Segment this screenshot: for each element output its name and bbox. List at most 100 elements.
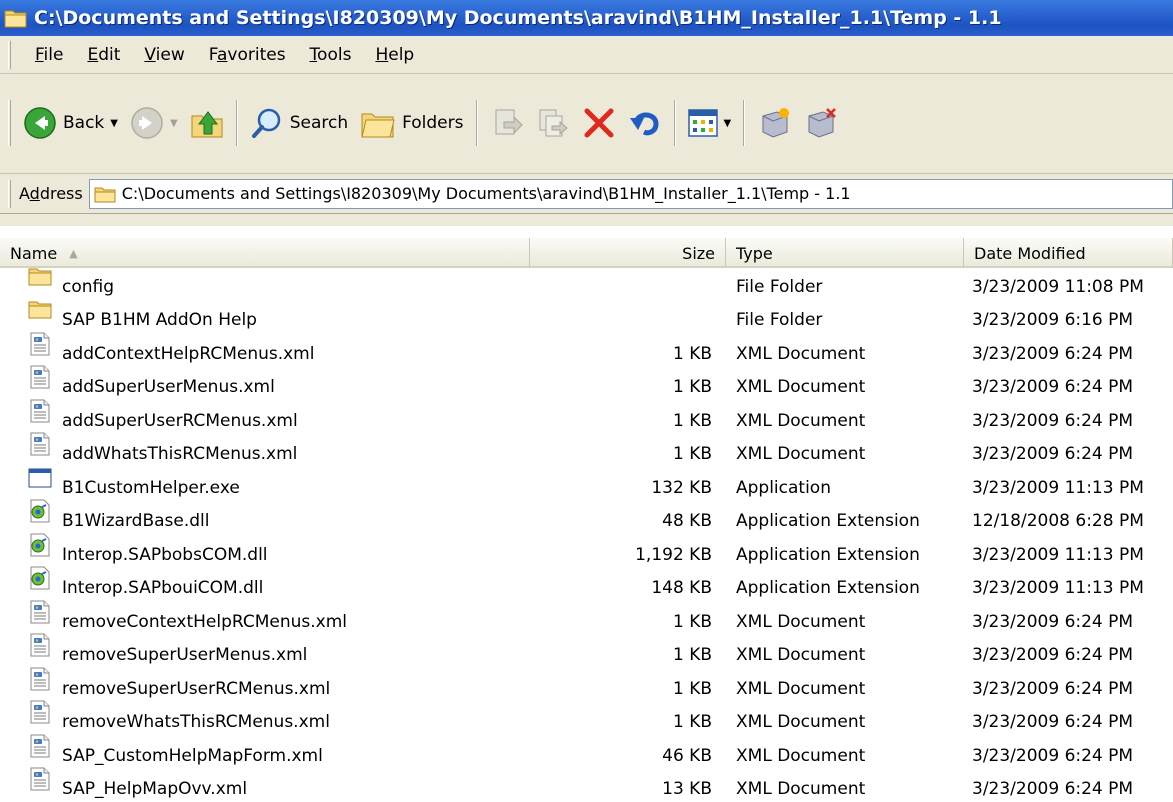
file-date-modified: 3/23/2009 6:24 PM xyxy=(972,611,1134,632)
xml-icon xyxy=(28,399,52,423)
search-icon xyxy=(251,108,280,138)
file-row[interactable]: B1WizardBase.dll 48 KB Application Extensi… xyxy=(0,499,1173,539)
file-row[interactable]: SAP_CustomHelpMapForm.xml 46 KB XML Docume… xyxy=(0,734,1173,773)
file-name: addSuperUserRCMenus.xml xyxy=(62,410,298,431)
xml-icon xyxy=(28,600,52,624)
column-header-date[interactable]: Date Modified xyxy=(964,238,1173,268)
file-row[interactable]: addWhatsThisRCMenus.xml 1 KB XML Document 3… xyxy=(0,432,1173,472)
undo-button[interactable] xyxy=(622,99,668,147)
up-folder-button[interactable] xyxy=(184,99,230,147)
file-name-cell[interactable]: Interop.SAPbouiCOM.dll xyxy=(0,566,530,598)
file-row[interactable]: removeContextHelpRCMenus.xml 1 KB XML Docu… xyxy=(0,600,1173,639)
toolbar-separator xyxy=(475,100,478,146)
file-size: 1 KB xyxy=(672,444,712,465)
file-name-cell[interactable]: removeContextHelpRCMenus.xml xyxy=(0,600,530,632)
file-size: 1 KB xyxy=(672,410,712,431)
file-date-modified: 3/23/2009 6:24 PM xyxy=(972,444,1134,465)
file-type: XML Document xyxy=(736,678,866,699)
menu-tools[interactable]: Tools xyxy=(298,45,364,65)
file-type: File Folder xyxy=(736,276,823,297)
menu-help[interactable]: Help xyxy=(363,45,426,65)
address-bar: Address C:\Documents and Settings\I82030… xyxy=(0,174,1173,214)
column-header-type[interactable]: Type xyxy=(726,238,964,268)
file-name: removeWhatsThisRCMenus.xml xyxy=(62,712,330,733)
delete-button[interactable] xyxy=(576,99,622,147)
file-row[interactable]: removeWhatsThisRCMenus.xml 1 KB XML Docume… xyxy=(0,700,1173,740)
file-row[interactable]: Interop.SAPbobsCOM.dll 1,192 KB Applicatio… xyxy=(0,533,1173,572)
file-name-cell[interactable]: B1CustomHelper.exe xyxy=(0,468,530,498)
back-button[interactable]: Back ▼ xyxy=(17,99,124,147)
file-type: XML Document xyxy=(736,444,866,465)
file-name-cell[interactable]: removeSuperUserRCMenus.xml xyxy=(0,667,530,699)
menu-view[interactable]: View xyxy=(132,45,196,65)
sort-ascending-icon: ▲ xyxy=(69,246,78,260)
address-grip[interactable] xyxy=(8,179,11,208)
menu-edit[interactable]: Edit xyxy=(75,45,132,65)
file-name: SAP_CustomHelpMapForm.xml xyxy=(62,745,323,766)
toolbar-separator xyxy=(235,100,238,146)
file-name-cell[interactable]: config xyxy=(0,268,530,297)
file-name: SAP_HelpMapOvv.xml xyxy=(62,779,248,800)
forward-dropdown-icon[interactable]: ▼ xyxy=(170,118,178,129)
file-name: removeContextHelpRCMenus.xml xyxy=(62,611,348,632)
file-name-cell[interactable]: removeSuperUserMenus.xml xyxy=(0,633,530,665)
file-name-cell[interactable]: B1WizardBase.dll xyxy=(0,499,530,531)
folders-button[interactable]: Folders xyxy=(354,99,469,147)
back-label: Back xyxy=(63,113,105,133)
column-header-name[interactable]: Name ▲ xyxy=(0,238,530,268)
file-type: Application Extension xyxy=(736,544,920,565)
xml-icon xyxy=(28,332,52,356)
file-name: Interop.SAPbobsCOM.dll xyxy=(62,544,268,565)
file-name-cell[interactable]: addContextHelpRCMenus.xml xyxy=(0,332,530,364)
file-name-cell[interactable]: SAP_HelpMapOvv.xml xyxy=(0,767,530,800)
file-row[interactable]: B1CustomHelper.exe 132 KB Application 3/23/… xyxy=(0,468,1173,505)
file-row[interactable]: addSuperUserMenus.xml 1 KB XML Document 3/2… xyxy=(0,365,1173,405)
undo-icon xyxy=(629,112,659,136)
menu-grip[interactable] xyxy=(8,40,11,69)
menu-file[interactable]: File xyxy=(23,45,75,65)
map-drive-icon xyxy=(762,108,790,138)
file-row[interactable]: addSuperUserRCMenus.xml 1 KB XML Document 3… xyxy=(0,399,1173,438)
file-row[interactable]: SAP_HelpMapOvv.xml 13 KB XML Document 3/23/… xyxy=(0,767,1173,802)
file-type: XML Document xyxy=(736,712,866,733)
file-name-cell[interactable]: SAP B1HM AddOn Help xyxy=(0,301,530,330)
views-button[interactable]: ▼ xyxy=(682,99,738,147)
file-name-cell[interactable]: addSuperUserRCMenus.xml xyxy=(0,399,530,431)
file-row[interactable]: Interop.SAPbouiCOM.dll 148 KB Application … xyxy=(0,566,1173,606)
file-name-cell[interactable]: addSuperUserMenus.xml xyxy=(0,365,530,398)
file-row[interactable]: SAP B1HM AddOn Help File Folder 3/23/2009 … xyxy=(0,301,1173,338)
file-name-cell[interactable]: Interop.SAPbobsCOM.dll xyxy=(0,533,530,565)
dll-icon xyxy=(28,566,52,590)
map-drive-button[interactable] xyxy=(751,99,797,147)
file-date-modified: 3/23/2009 6:24 PM xyxy=(972,410,1134,431)
file-name-cell[interactable]: addWhatsThisRCMenus.xml xyxy=(0,432,530,464)
address-input[interactable]: C:\Documents and Settings\I820309\My Doc… xyxy=(88,178,1173,209)
file-type: Application Extension xyxy=(736,511,920,532)
folder-icon xyxy=(94,187,116,202)
xml-icon xyxy=(28,365,52,389)
file-row[interactable]: config File Folder 3/23/2009 11:08 PM xyxy=(0,268,1173,304)
forward-arrow-icon xyxy=(131,107,163,139)
file-type: XML Document xyxy=(736,377,866,398)
back-dropdown-icon[interactable]: ▼ xyxy=(110,118,118,129)
column-header-size[interactable]: Size xyxy=(530,238,726,268)
file-row[interactable]: removeSuperUserRCMenus.xml 1 KB XML Docume… xyxy=(0,667,1173,706)
views-dropdown-icon[interactable]: ▼ xyxy=(724,118,732,129)
file-name: addSuperUserMenus.xml xyxy=(62,377,275,398)
copy-to-button[interactable] xyxy=(530,99,576,147)
file-name-cell[interactable]: SAP_CustomHelpMapForm.xml xyxy=(0,734,530,766)
file-name-cell[interactable]: removeWhatsThisRCMenus.xml xyxy=(0,700,530,733)
file-name: addContextHelpRCMenus.xml xyxy=(62,343,315,364)
views-icon xyxy=(687,109,718,137)
title-bar[interactable]: C:\Documents and Settings\I820309\My Doc… xyxy=(0,0,1173,36)
file-row[interactable]: removeSuperUserMenus.xml 1 KB XML Document… xyxy=(0,633,1173,673)
forward-button[interactable]: ▼ xyxy=(124,99,184,147)
search-button[interactable]: Search xyxy=(244,99,354,147)
address-value: C:\Documents and Settings\I820309\My Doc… xyxy=(121,184,851,203)
xml-icon xyxy=(28,667,52,691)
toolbar-grip[interactable] xyxy=(8,100,11,146)
file-row[interactable]: addContextHelpRCMenus.xml 1 KB XML Documen… xyxy=(0,332,1173,371)
move-to-button[interactable] xyxy=(484,99,530,147)
menu-favorites[interactable]: Favorites xyxy=(197,45,298,65)
disconnect-drive-button[interactable] xyxy=(797,99,843,147)
